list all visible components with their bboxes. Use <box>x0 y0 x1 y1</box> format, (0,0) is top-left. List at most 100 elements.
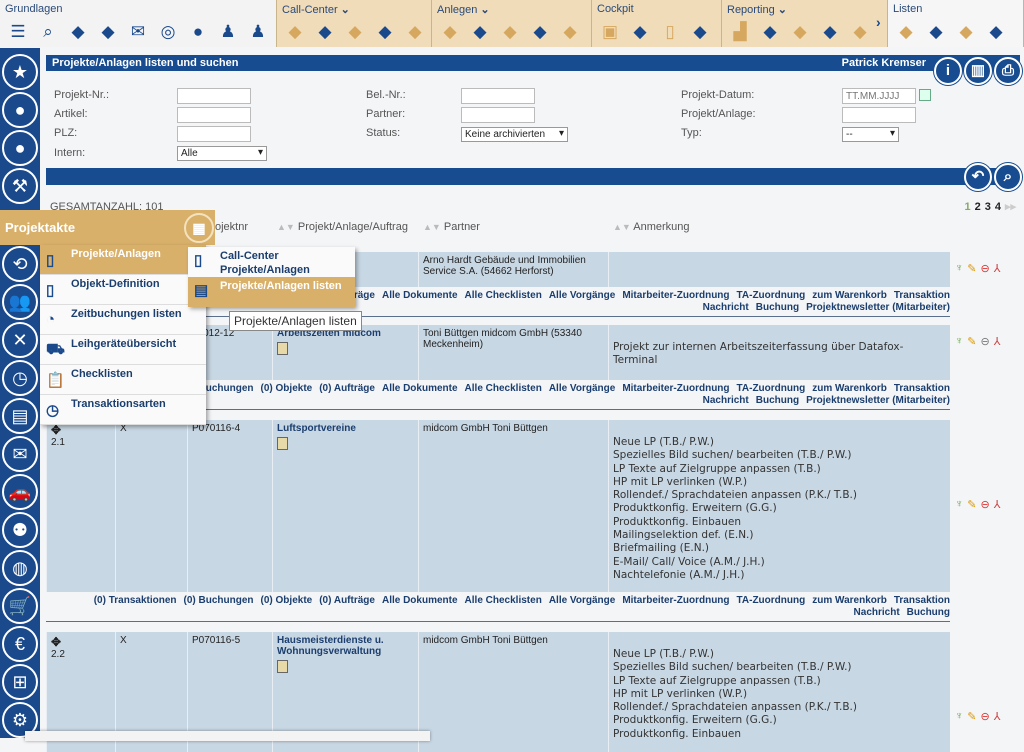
add-user-icon[interactable]: ◆ <box>440 22 460 42</box>
intern-select[interactable]: Alle <box>177 146 267 161</box>
pdf-icon[interactable]: ⅄ <box>994 262 1001 275</box>
menu-item-zeitbuchungen-listen[interactable]: ◔ Zeitbuchungen listen <box>40 305 206 335</box>
row-link[interactable]: Nachricht <box>703 302 749 313</box>
projekt-anlage-input[interactable] <box>842 107 916 123</box>
man-icon[interactable]: ♟ <box>218 22 238 42</box>
row-link[interactable]: Alle Checklisten <box>465 383 542 394</box>
menu-item-objekt-definition[interactable]: ▯ Objekt-Definition <box>40 275 206 305</box>
edit-pencil-icon[interactable]: ✎ <box>967 498 976 511</box>
contact-person-icon[interactable]: ● <box>2 92 38 128</box>
row-link[interactable]: TA-Zuordnung <box>737 290 806 301</box>
man-standing-icon[interactable]: ♟ <box>248 22 268 42</box>
sync-users-icon[interactable]: ⟲ <box>2 246 38 282</box>
partner-input[interactable] <box>461 107 535 123</box>
search-icon[interactable]: ⌕ <box>38 22 58 42</box>
building-icon[interactable]: ▯ <box>660 22 680 42</box>
people-icon[interactable]: ⚉ <box>2 512 38 548</box>
row-link[interactable]: Nachricht <box>854 607 900 618</box>
report-add-icon[interactable]: ◆ <box>760 22 780 42</box>
row-link[interactable]: Buchung <box>756 395 799 406</box>
row-link[interactable]: Mitarbeiter-Zuordnung <box>622 383 729 394</box>
document-icon[interactable] <box>277 342 288 355</box>
man-list-icon[interactable]: ◆ <box>956 22 976 42</box>
row-link[interactable]: zum Warenkorb <box>812 383 887 394</box>
row-link[interactable]: (0) Transaktionen <box>94 595 177 606</box>
pdf-icon[interactable]: ⅄ <box>994 710 1001 723</box>
user-list-icon[interactable]: ◆ <box>986 22 1006 42</box>
col-partner[interactable]: ▲▼ Partner <box>423 221 480 233</box>
delete-icon[interactable]: ⊖ <box>980 498 989 511</box>
status-select[interactable]: Keine archivierten <box>461 127 568 142</box>
row-link[interactable]: Alle Dokumente <box>382 383 458 394</box>
row-link[interactable]: (0) Buchungen <box>184 595 254 606</box>
delete-icon[interactable]: ⊖ <box>980 262 989 275</box>
toolbar-section-label[interactable]: Grundlagen <box>5 3 63 15</box>
row-link[interactable]: Projektnewsletter (Mitarbeiter) <box>806 302 950 313</box>
row-link[interactable]: Nachricht <box>703 395 749 406</box>
group-icon[interactable]: 👥 <box>2 284 38 320</box>
org-chart-icon[interactable]: ⊞ <box>2 664 38 700</box>
artikel-input[interactable] <box>177 107 251 123</box>
row-link[interactable]: Mitarbeiter-Zuordnung <box>622 290 729 301</box>
row-link[interactable]: (0) Objekte <box>261 595 313 606</box>
call-add-icon[interactable]: ◆ <box>345 22 365 42</box>
menu-item-transaktionsarten[interactable]: ◷ Transaktionsarten <box>40 395 206 425</box>
mail-icon[interactable]: ✉ <box>2 436 38 472</box>
row-link[interactable]: Buchung <box>756 302 799 313</box>
row-link[interactable]: Alle Checklisten <box>465 290 542 301</box>
back-icon[interactable]: ↶ <box>964 163 992 191</box>
menu-item-projekte-anlagen[interactable]: ▯ Projekte/Anlagen <box>40 245 206 275</box>
row-link[interactable]: Alle Vorgänge <box>549 383 616 394</box>
row-link[interactable]: Buchung <box>907 607 950 618</box>
project-value[interactable]: Hausmeisterdienste u. Wohnungsverwaltung <box>277 635 414 657</box>
page-2[interactable]: 2 <box>975 201 981 213</box>
chart-icon[interactable]: ▟ <box>730 22 750 42</box>
euro-icon[interactable]: € <box>2 626 38 662</box>
row-link[interactable]: Alle Vorgänge <box>549 290 616 301</box>
window-icon[interactable]: ▤ <box>2 398 38 434</box>
grid-list2-icon[interactable]: ◆ <box>926 22 946 42</box>
toolbar-section-label[interactable]: Reporting ⌄ <box>727 3 787 16</box>
next-page-icon[interactable]: ▸▸ <box>1005 201 1016 213</box>
user-calendar-icon[interactable]: ◆ <box>68 22 88 42</box>
add-mail-icon[interactable]: ◆ <box>500 22 520 42</box>
row-link[interactable]: Transaktion <box>894 595 950 606</box>
grid-list-icon[interactable]: ◆ <box>896 22 916 42</box>
edit-pencil-icon[interactable]: ✎ <box>967 335 976 348</box>
pie-list-icon[interactable]: ◆ <box>850 22 870 42</box>
row-link[interactable]: (0) Aufträge <box>319 383 375 394</box>
row-link[interactable]: zum Warenkorb <box>812 595 887 606</box>
move-handle-icon[interactable]: ✥ <box>51 635 111 649</box>
page-3[interactable]: 3 <box>985 201 991 213</box>
cart-icon[interactable]: 🛒 <box>2 588 38 624</box>
page-1[interactable]: 1 <box>964 201 970 213</box>
settings-tools-icon[interactable]: ✕ <box>2 322 38 358</box>
user-icon[interactable]: ◆ <box>630 22 650 42</box>
call-back-icon[interactable]: ◆ <box>285 22 305 42</box>
row-link[interactable]: Transaktion <box>894 383 950 394</box>
user-name[interactable]: Patrick Kremser <box>842 57 926 69</box>
page-4[interactable]: 4 <box>995 201 1001 213</box>
delete-icon[interactable]: ⊖ <box>980 335 989 348</box>
row-link[interactable]: (0) Aufträge <box>319 595 375 606</box>
bel-nr-input[interactable] <box>461 88 535 104</box>
col-projekt[interactable]: ▲▼ Projekt/Anlage/Auftrag <box>277 221 408 233</box>
contact-user-icon[interactable]: ● <box>2 130 38 166</box>
edit-tree-icon[interactable]: ♆ <box>955 710 963 723</box>
document-settings-icon[interactable]: ▥ <box>964 57 992 85</box>
row-link[interactable]: Alle Checklisten <box>465 595 542 606</box>
pdf-icon[interactable]: ⅄ <box>994 335 1001 348</box>
toolbar-scroll-right-icon[interactable]: › <box>876 14 881 30</box>
edit-tree-icon[interactable]: ♆ <box>955 262 963 275</box>
edit-pencil-icon[interactable]: ✎ <box>967 710 976 723</box>
row-link[interactable]: Alle Vorgänge <box>549 595 616 606</box>
info-icon[interactable]: i <box>934 57 962 85</box>
pdf-icon[interactable]: ⅄ <box>994 498 1001 511</box>
project-value[interactable]: Luftsportvereine <box>277 423 414 434</box>
move-handle-icon[interactable]: ✥ <box>51 423 111 437</box>
coin-icon[interactable]: ◎ <box>158 22 178 42</box>
toolbar-section-label[interactable]: Cockpit <box>597 3 634 15</box>
col-anmerkung[interactable]: ▲▼ Anmerkung <box>613 221 690 233</box>
add-sync-icon[interactable]: ◆ <box>530 22 550 42</box>
menu-icon[interactable]: ☰ <box>8 22 28 42</box>
